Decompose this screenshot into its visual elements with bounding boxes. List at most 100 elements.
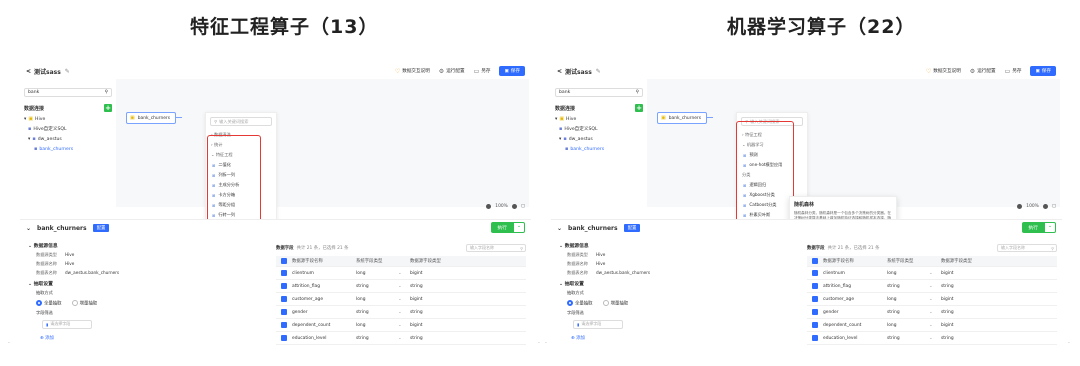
radio-full-extract[interactable]: 全量抽取 [567,300,593,307]
chevron-down-icon[interactable]: ⌄ [398,297,410,302]
row-checkbox[interactable] [281,335,287,341]
chevron-down-icon[interactable]: ⌄ [398,336,410,341]
chevron-down-icon[interactable]: ⌄ [398,323,410,328]
tree-item-dw-aestus[interactable]: ▾ ▪ dw_aestus [24,136,112,142]
chevron-down-icon[interactable]: ⌄ [929,336,941,341]
config-tab[interactable]: 配置 [92,224,110,232]
cell-system-type[interactable]: long [887,323,929,328]
edit-icon[interactable]: ✎ [596,68,601,75]
row-checkbox[interactable] [812,283,818,289]
tree-item-bank-churners[interactable]: ▪ bank_churners [24,146,112,152]
select-all-checkbox[interactable] [281,258,287,264]
radio-incremental-extract[interactable]: 增量抽取 [71,300,97,307]
chevron-down-icon[interactable]: ⌄ [398,310,410,315]
cell-system-type[interactable]: string [356,310,398,315]
cell-system-type[interactable]: string [356,284,398,289]
add-field-button[interactable]: ⊕ 添加 [571,335,739,341]
tree-item-hive-sql[interactable]: ▪ Hive自定义SQL [555,126,643,132]
zoom-out-icon[interactable] [486,204,492,209]
cell-system-type[interactable]: string [887,336,929,341]
tooltip-title: 随机森林 [794,202,815,208]
hive-icon: ▣ [130,115,135,121]
fit-icon[interactable]: ▢ [1052,204,1056,209]
cell-system-type[interactable]: string [356,336,398,341]
field-search-input[interactable]: 输入字段名称 ⚲ [466,244,526,252]
tree-item-hive[interactable]: ▾ ▣ Hive [555,116,643,122]
datasource-search-input[interactable]: bank ⚲ [24,88,112,97]
chevron-down-icon[interactable]: ⌄ [929,323,941,328]
save-as-button[interactable]: ▭ 另存 [474,68,491,75]
cell-source-type: string [410,309,423,315]
extract-mode-radios: 全量抽取 增量抽取 [28,300,208,307]
radio-full-extract[interactable]: 全量抽取 [36,300,62,307]
row-checkbox[interactable] [281,270,287,276]
cell-system-type[interactable]: long [887,297,929,302]
add-field-button[interactable]: ⊕ 添加 [40,335,208,341]
field-select-input[interactable]: ▮ 请选择字段 [573,319,623,329]
execute-button[interactable]: 执行 [491,222,513,233]
cell-system-type[interactable]: long [887,271,929,276]
add-datasource-button[interactable]: + [635,104,643,112]
cell-source-field: customer_age [292,296,324,302]
table-row: gender string ⌄ string [807,306,1057,319]
zoom-in-icon[interactable] [1042,204,1048,209]
row-checkbox[interactable] [281,309,287,315]
chevron-down-icon[interactable]: ⌄ [929,271,941,276]
cell-system-type[interactable]: string [887,284,929,289]
save-as-button[interactable]: ▭ 另存 [1005,68,1022,75]
canvas-node-bank-churners[interactable]: ▣ bank_churners [126,112,176,124]
edit-icon[interactable]: ✎ [65,68,70,75]
row-checkbox[interactable] [281,322,287,328]
radio-incremental-extract[interactable]: 增量抽取 [602,300,628,307]
operator-search-input[interactable]: ⚲ 输入关键词搜索 [210,117,272,126]
zoom-in-icon[interactable] [511,204,517,209]
workflow-canvas[interactable]: ▣ bank_churners ⚲ 输入关键词搜索 › 数据清洗 › 统计 ⌄ 特征… [116,79,529,307]
back-icon[interactable]: < [26,68,31,75]
panel-feature-engineering: < 测试sass ✎ ♡ 数据交互说明 ⚙ 运行配置 ▭ 另存 ▣ 保存 bank ⚲ 数… [20,63,531,353]
row-checkbox[interactable] [281,283,287,289]
field-select-input[interactable]: ▮ 请选择字段 [42,319,92,329]
chevron-down-icon[interactable]: ⌄ [512,222,525,233]
tree-item-bank-churners[interactable]: ▪ bank_churners [555,146,643,152]
fit-icon[interactable]: ▢ [521,204,525,209]
search-icon: ⚲ [520,245,523,251]
row-checkbox[interactable] [281,296,287,302]
chevron-down-icon[interactable]: ⌄ [929,284,941,289]
field-search-input[interactable]: 输入字段名称 ⚲ [997,244,1057,252]
tree-item-hive[interactable]: ▾ ▣ Hive [24,116,112,122]
col-header-system-type: 系统字段类型 [356,259,383,264]
zoom-out-icon[interactable] [1017,204,1023,209]
data-interaction-help-button[interactable]: ♡ 数据交互说明 [926,68,961,75]
add-datasource-button[interactable]: + [104,104,112,112]
run-config-button[interactable]: ⚙ 运行配置 [970,68,996,75]
cell-system-type[interactable]: string [887,310,929,315]
row-checkbox[interactable] [812,270,818,276]
tree-item-dw-aestus[interactable]: ▾ ▪ dw_aestus [555,136,643,142]
save-button[interactable]: ▣ 保存 [499,66,525,76]
row-checkbox[interactable] [812,322,818,328]
execute-button[interactable]: 执行 [1022,222,1044,233]
cell-system-type[interactable]: long [356,297,398,302]
chevron-down-icon[interactable]: ⌄ [398,271,410,276]
heading-feature-engineering: 特征工程算子（13） [190,16,379,38]
cell-system-type[interactable]: long [356,271,398,276]
data-interaction-help-button[interactable]: ♡ 数据交互说明 [395,68,430,75]
chevron-down-icon[interactable]: ⌄ [929,297,941,302]
row-checkbox[interactable] [812,335,818,341]
chevron-down-icon[interactable]: ⌄ [398,284,410,289]
row-checkbox[interactable] [812,296,818,302]
run-config-button[interactable]: ⚙ 运行配置 [439,68,465,75]
select-all-checkbox[interactable] [812,258,818,264]
cell-system-type[interactable]: long [356,323,398,328]
save-button[interactable]: ▣ 保存 [1030,66,1056,76]
chevron-down-icon[interactable]: ⌄ [1043,222,1056,233]
datasource-search-input[interactable]: bank ⚲ [555,88,643,97]
cell-source-field: education_level [823,335,858,341]
row-checkbox[interactable] [812,309,818,315]
chevron-down-icon[interactable]: ⌄ [929,310,941,315]
canvas-node-bank-churners[interactable]: ▣ bank_churners [657,112,707,124]
back-icon[interactable]: < [557,68,562,75]
tree-item-hive-sql[interactable]: ▪ Hive自定义SQL [24,126,112,132]
config-tab[interactable]: 配置 [623,224,641,232]
workflow-canvas[interactable]: ▣ bank_churners ⚲ 输入关键词搜索 › 特征工程 ⌄ 机器学习 ⊞ 预… [647,79,1060,318]
